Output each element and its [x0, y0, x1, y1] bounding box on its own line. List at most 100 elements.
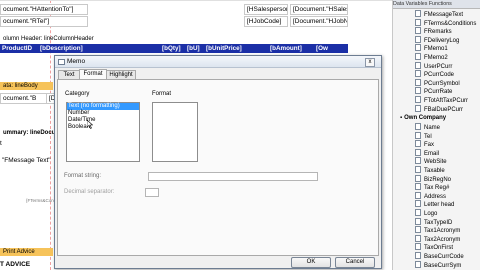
tree-field-item[interactable]: FMessageText	[415, 10, 463, 18]
col-unit-price[interactable]: [bUnitPrice]	[206, 44, 242, 53]
field-salesperson[interactable]: [Document."HSalesper	[290, 4, 348, 15]
decimal-separator-input[interactable]	[145, 188, 159, 197]
tree-field-item[interactable]: FRemarks	[415, 27, 452, 35]
field-icon	[415, 70, 421, 78]
footer-band-label[interactable]: Print Advice	[0, 248, 53, 256]
field-icon	[415, 10, 421, 17]
field-attention[interactable]: ocument."HAttentionTo"]	[0, 4, 88, 15]
tree-field-item[interactable]: BaseCurrCode	[415, 252, 464, 260]
col-amount[interactable]: [bAmount]	[270, 44, 302, 53]
category-option[interactable]: Number	[67, 110, 139, 117]
ok-button[interactable]: OK	[291, 257, 331, 268]
field-icon	[415, 18, 421, 26]
field-icon	[415, 87, 421, 95]
tree-field-item[interactable]: Tax Reg#	[415, 183, 449, 191]
tree-field-item[interactable]: Email	[415, 148, 439, 157]
field-icon	[415, 104, 421, 112]
field-salesperson-label[interactable]: [HSalesperson	[244, 4, 288, 15]
field-detail[interactable]: ocument."B	[0, 93, 48, 104]
tree-field-item[interactable]: FTerms&Conditions	[415, 18, 476, 27]
tree-field-item[interactable]: Letter head	[415, 200, 454, 208]
tree-field-item[interactable]: Taxable	[415, 166, 445, 174]
format-tab-body: Category Format Text (no formatting) Num…	[57, 79, 379, 256]
tree-field-item[interactable]: BizRegNo	[415, 174, 451, 183]
tree-field-item[interactable]: TaxTypeID	[415, 217, 452, 226]
tree-field-item[interactable]: BaseCurrSym	[415, 260, 461, 269]
message-text-field[interactable]: "FMessage Text"	[2, 157, 51, 165]
field-icon	[415, 243, 421, 251]
tree-field-item[interactable]: PCurrCode	[415, 70, 454, 78]
field-icon	[415, 148, 421, 156]
cancel-button[interactable]: Cancel	[335, 257, 375, 268]
tree-field-item[interactable]: WebSite	[415, 157, 447, 165]
category-label: Category	[65, 91, 90, 97]
field-icon	[415, 226, 421, 234]
format-string-label: Format string:	[64, 173, 102, 179]
field-icon	[415, 166, 421, 173]
col-description[interactable]: [bDescription]	[40, 44, 83, 53]
tree-field-item[interactable]: Tax1Acronym	[415, 226, 460, 234]
field-icon	[415, 174, 421, 182]
field-icon	[415, 123, 421, 130]
tree-field-item[interactable]: UserPCurr	[415, 61, 452, 70]
field-icon	[415, 217, 421, 225]
field-icon	[415, 157, 421, 165]
col-qty[interactable]: [bQty]	[162, 44, 181, 53]
category-option[interactable]: Boolean	[67, 124, 139, 131]
memo-dialog[interactable]: Memo x Text Format Highlight Category Fo…	[54, 55, 382, 269]
field-tel[interactable]: ocument."RTel"]	[0, 16, 88, 27]
tree-field-item[interactable]: TaxOnFirst	[415, 243, 453, 251]
ruler-line	[0, 0, 392, 1]
decimal-separator-label: Decimal separator:	[64, 189, 115, 195]
field-icon	[415, 61, 421, 69]
field-icon	[415, 252, 421, 259]
tree-node-own-company[interactable]: ▪ Own Company	[400, 114, 446, 122]
category-option[interactable]: Date/Time	[67, 117, 139, 124]
tree-field-item[interactable]: Fax	[415, 140, 434, 148]
field-jobcode-label[interactable]: [HJobCode]	[244, 16, 288, 27]
tree-field-item[interactable]: PCurrRate	[415, 87, 452, 95]
detail-band-label[interactable]: ata: lineBody	[0, 82, 53, 90]
col-product-id[interactable]: ProductID	[2, 44, 32, 53]
tree-field-item[interactable]: FBalDuePCurr	[415, 104, 463, 113]
tree-field-item[interactable]: FDeliveryLog	[415, 35, 459, 44]
tree-field-item[interactable]: FTotAftTaxPCurr	[415, 96, 468, 104]
column-header-band[interactable]: ProductID [bDescription] [bQty] [bU] [bU…	[0, 44, 348, 53]
tree-field-item[interactable]: Name	[415, 123, 440, 131]
summary-text[interactable]: t	[0, 140, 2, 148]
field-icon	[415, 183, 421, 191]
memo-icon	[58, 59, 65, 65]
field-jobno[interactable]: [Document."HJobNo"	[290, 16, 348, 27]
close-icon[interactable]: x	[365, 58, 375, 67]
field-icon	[415, 27, 421, 35]
expand-icon[interactable]: ▪	[400, 115, 402, 121]
field-icon	[415, 44, 421, 52]
format-listbox[interactable]	[152, 102, 198, 162]
col-ow[interactable]: [Ow	[316, 44, 328, 53]
data-tree-panel[interactable]: Data Variables Functions FMessageText FTe…	[392, 0, 480, 270]
category-option[interactable]: Text (no formatting)	[67, 103, 139, 110]
dialog-title: Memo	[67, 58, 86, 65]
field-icon	[415, 234, 421, 242]
tree-field-item[interactable]: Logo	[415, 209, 437, 217]
format-string-input[interactable]	[148, 172, 318, 181]
field-icon	[415, 209, 421, 216]
column-header-band-label[interactable]: olumn Header: lineColumnHeader	[0, 35, 143, 43]
panel-tabs[interactable]: Data Variables Functions	[393, 0, 480, 9]
tree-field-item[interactable]: FMemo1	[415, 44, 448, 52]
tree-field-item[interactable]: Tel	[415, 131, 432, 140]
field-icon	[415, 200, 421, 208]
mouse-cursor-icon	[87, 120, 93, 129]
field-icon	[415, 131, 421, 139]
dialog-titlebar[interactable]: Memo x	[55, 56, 381, 68]
field-icon	[415, 78, 421, 86]
field-icon	[415, 96, 421, 103]
tree-field-item[interactable]: PCurrSymbol	[415, 78, 460, 87]
category-listbox[interactable]: Text (no formatting) Number Date/Time Bo…	[66, 102, 140, 162]
format-label: Format	[152, 91, 172, 97]
tree-field-item[interactable]: Tax2Acronym	[415, 234, 460, 243]
col-u[interactable]: [bU]	[187, 44, 200, 53]
footer-title[interactable]: T ADVICE	[0, 261, 30, 269]
tree-field-item[interactable]: Address	[415, 191, 446, 200]
tree-field-item[interactable]: FMemo2	[415, 53, 448, 61]
